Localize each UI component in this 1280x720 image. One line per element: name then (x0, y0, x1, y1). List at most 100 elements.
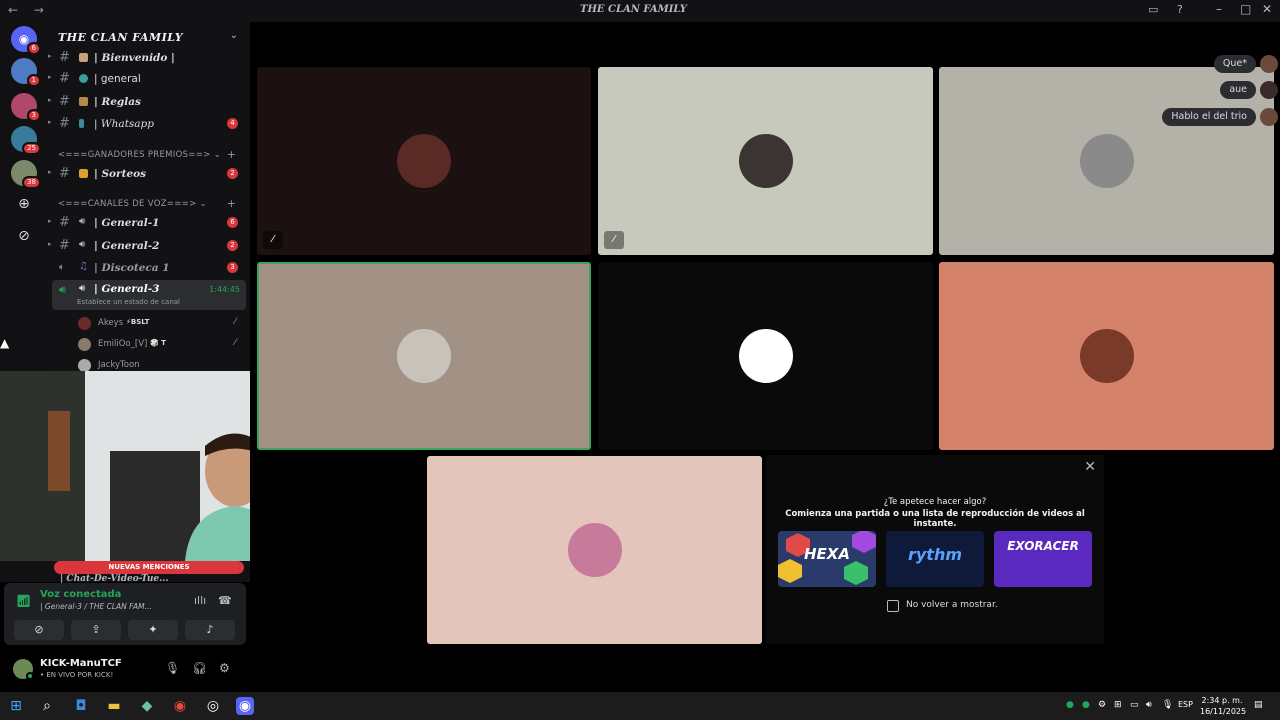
username[interactable]: KICK-ManuTCF (40, 658, 122, 669)
file-explorer-icon[interactable]: ▬ (105, 697, 123, 715)
voice-user[interactable]: Akeys ⚡BSLT ⁄ (76, 315, 246, 333)
rules-icon (79, 97, 88, 106)
nav-arrows[interactable]: ← → (8, 3, 50, 17)
channel-status[interactable]: Establece un estado de canal (77, 298, 180, 306)
video-tile[interactable] (939, 262, 1274, 450)
home-badge: 6 (26, 42, 41, 55)
tray-icon[interactable]: ● (1082, 700, 1090, 710)
help-icon[interactable]: ? (1177, 3, 1183, 16)
dont-show-checkbox[interactable] (887, 600, 899, 612)
voice-channel-general-2[interactable]: ▸ # 🔊︎ | General-2 2 (48, 236, 250, 256)
guild-name[interactable]: THE CLAN FAMILY (58, 31, 183, 44)
channel-whatsapp[interactable]: ▸ # | Whatsapp 4 (48, 114, 250, 134)
tray-icon[interactable]: ● (1066, 700, 1074, 710)
speaker-icon: 🔊︎ (79, 239, 86, 250)
camera-off-button[interactable]: ⊘ (14, 620, 64, 640)
user-status: • EN VIVO POR KICK! (40, 671, 114, 679)
category-winners[interactable]: <===GANADORES PREMIOS==> ⌄ (58, 150, 221, 160)
disconnect-icon[interactable]: ☎ (218, 594, 232, 607)
volume-icon[interactable]: 🔊︎ (1146, 700, 1152, 710)
game-hexa[interactable]: HEXA (778, 531, 876, 587)
notifications-icon[interactable]: ▤ (1254, 700, 1263, 710)
voice-user-tag: 🎲 T (150, 339, 166, 347)
voice-user[interactable]: EmiliOo_[V] 🎲 T ⁄ (76, 336, 246, 354)
add-server-icon[interactable]: ⊕ (14, 194, 34, 214)
voice-channel-general-3[interactable]: 🔊︎ 🔊︎ | General-3 1:44:45 Establece un e… (52, 280, 246, 310)
category-voice[interactable]: <===CANALES DE VOZ===> ⌄ (58, 199, 207, 209)
close-icon[interactable]: ✕ (1084, 459, 1096, 475)
channel-emoji-icon (79, 53, 88, 62)
participant-avatar (397, 329, 451, 383)
title-bar: ← → THE CLAN FAMILY ▭ ? – □ ✕ (0, 0, 1280, 22)
voice-connected-subtitle[interactable]: | General-3 / THE CLAN FAM... (40, 602, 152, 611)
server-icon[interactable]: 3 (11, 93, 41, 122)
new-mentions-pill[interactable]: NUEVAS MENCIONES (54, 561, 244, 574)
voice-user-name: JackyToon (98, 360, 140, 370)
outlook-icon[interactable]: ◘ (72, 697, 90, 715)
server-icon-active[interactable]: 38 (11, 160, 41, 189)
obs-icon[interactable]: ◎ (204, 697, 222, 715)
channel-general[interactable]: ▸ # | general (48, 69, 250, 89)
voice-connected-panel: 📶︎ Voz conectada | General-3 / THE CLAN … (4, 583, 246, 645)
maximize-button[interactable]: □ (1240, 2, 1251, 16)
clock[interactable]: 2:34 p. m. 16/11/2025 (1200, 695, 1246, 717)
activities-button[interactable]: ✦ (128, 620, 178, 640)
soundboard-button[interactable]: ♪ (185, 620, 235, 640)
server-icon[interactable]: 25 (11, 126, 41, 155)
channel-label: | Bienvenido | (94, 52, 175, 64)
game-label: rythm (907, 545, 963, 564)
headphones-icon[interactable]: 🎧︎ (192, 661, 207, 675)
video-tile[interactable]: ⁄ (257, 67, 591, 255)
voice-connected-title[interactable]: Voz conectada (40, 589, 121, 600)
participant-avatar (738, 329, 793, 383)
voice-user-name: EmiliOo_[V] (98, 339, 148, 349)
add-channel-icon[interactable]: + (227, 148, 236, 161)
video-tile[interactable]: ⁄ (598, 67, 933, 255)
windows-start-icon[interactable]: ⊞ (7, 697, 25, 715)
close-window-button[interactable]: ✕ (1262, 2, 1272, 16)
activity-suggestion: ✕ ¿Te apetece hacer algo? Comienza una p… (766, 455, 1104, 644)
chrome-icon[interactable]: ◉ (171, 697, 189, 715)
chat-bubble: Que* (1213, 55, 1256, 73)
channel-badge: 4 (227, 118, 238, 129)
channel-sorteos[interactable]: ▸ # | Sorteos 2 (48, 164, 250, 184)
hash-icon: # (59, 94, 70, 109)
app-icon[interactable]: ◆ (138, 697, 156, 715)
explore-icon[interactable]: ⊘ (14, 226, 34, 246)
noise-suppression-icon[interactable]: ıllı (194, 594, 206, 607)
channel-reglas[interactable]: ▸ # | Reglas (48, 92, 250, 112)
video-tile[interactable] (598, 262, 933, 450)
game-rythm[interactable]: rythm (886, 531, 984, 587)
speaker-icon: 🔊︎ (79, 283, 86, 294)
hash-icon: # (59, 215, 70, 230)
server-icon[interactable]: 1 (11, 58, 41, 87)
video-tile[interactable] (427, 456, 762, 644)
network-icon[interactable]: ▭ (1130, 700, 1139, 710)
channel-badge: 2 (227, 240, 238, 251)
channel-bienvenido[interactable]: ▸ # | Bienvenido | (48, 48, 250, 68)
game-exoracer[interactable]: EXORACER (994, 531, 1092, 587)
inbox-icon[interactable]: ▭ (1148, 3, 1158, 16)
signal-icon[interactable]: 📶︎ (16, 594, 31, 608)
add-channel-icon[interactable]: + (227, 197, 236, 210)
channel-arrow-icon: ▸ (48, 52, 52, 60)
dont-show-label: No volver a mostrar. (906, 600, 998, 610)
chevron-down-icon[interactable]: ⌄ (230, 30, 238, 41)
tray-icon[interactable]: ⊞ (1114, 700, 1122, 710)
language-indicator[interactable]: ESP (1178, 700, 1193, 709)
channel-label: | Reglas (94, 96, 141, 108)
settings-gear-icon[interactable]: ⚙ (219, 661, 230, 675)
minimize-button[interactable]: – (1216, 2, 1222, 16)
search-icon[interactable]: ⌕ (38, 697, 56, 715)
channel-label: | Discoteca 1 (94, 262, 170, 274)
voice-channel-general-1[interactable]: ▸ # 🔊︎ | General-1 6 (48, 213, 250, 233)
tray-icon[interactable]: ⚙ (1098, 700, 1106, 710)
video-tile-speaking[interactable] (257, 262, 591, 450)
microphone-icon[interactable]: 🎙︎ (165, 661, 180, 675)
microphone-tray-icon[interactable]: 🎙︎ (1162, 700, 1173, 710)
discord-home-icon[interactable]: ◉ 6 (11, 26, 41, 55)
server-badge: 38 (22, 176, 41, 189)
discord-taskbar-icon[interactable]: ◉ (236, 697, 254, 715)
voice-channel-discoteca[interactable]: 🔈︎ ♫ | Discoteca 1 3 (48, 258, 250, 278)
screen-share-button[interactable]: ⇪ (71, 620, 121, 640)
